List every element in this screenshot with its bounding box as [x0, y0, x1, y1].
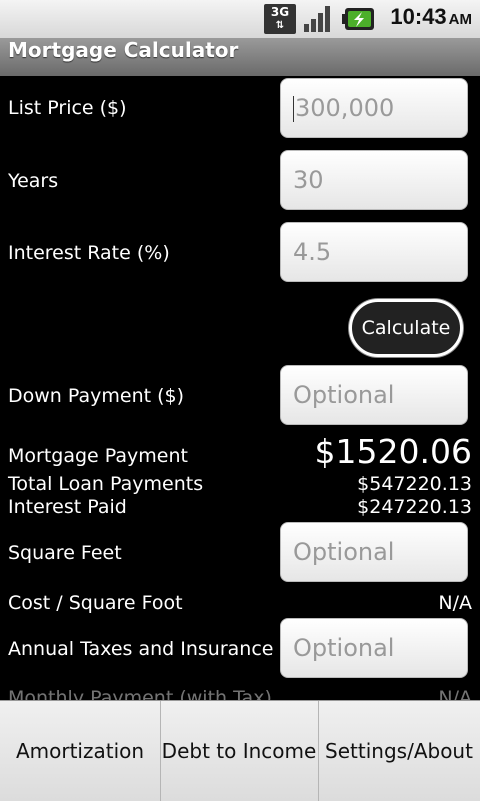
- app-title: Mortgage Calculator: [8, 38, 239, 62]
- cost-per-sqft-value: N/A: [438, 592, 472, 614]
- square-feet-input[interactable]: Optional: [280, 522, 468, 582]
- taxes-insurance-input[interactable]: Optional: [280, 618, 468, 678]
- years-value: 30: [293, 166, 324, 194]
- clock-time: 10:43: [390, 4, 447, 29]
- down-payment-placeholder: Optional: [293, 381, 395, 409]
- menu-item-debt-to-income[interactable]: Debt to Income: [160, 701, 319, 801]
- interest-paid-value: $247220.13: [357, 496, 472, 518]
- title-bar: Mortgage Calculator: [0, 38, 480, 76]
- mortgage-payment-label: Mortgage Payment: [8, 445, 188, 467]
- taxes-insurance-placeholder: Optional: [293, 634, 395, 662]
- options-menu: Amortization Debt to Income Settings/Abo…: [0, 700, 480, 801]
- list-price-value: 300,000: [295, 94, 395, 122]
- 3g-data-icon: 3G ⇅: [264, 4, 296, 34]
- down-payment-input[interactable]: Optional: [280, 365, 468, 425]
- cost-per-sqft-label: Cost / Square Foot: [8, 592, 183, 614]
- total-loan-payments-label: Total Loan Payments: [8, 473, 204, 495]
- interest-rate-label: Interest Rate (%): [8, 242, 170, 264]
- network-type: 3G: [270, 5, 290, 19]
- menu-item-settings-about[interactable]: Settings/About: [318, 701, 480, 801]
- total-loan-payments-value: $547220.13: [357, 473, 472, 495]
- years-label: Years: [8, 170, 59, 192]
- status-bar: 3G ⇅ 10:43 AM: [0, 0, 480, 38]
- down-payment-label: Down Payment ($): [8, 385, 185, 407]
- clock: 10:43 AM: [390, 4, 472, 34]
- list-price-input[interactable]: 300,000: [280, 78, 468, 138]
- battery-charging-icon: [342, 8, 374, 30]
- square-feet-label: Square Feet: [8, 542, 122, 564]
- years-input[interactable]: 30: [280, 150, 468, 210]
- text-caret: [293, 96, 294, 122]
- menu-item-amortization[interactable]: Amortization: [0, 701, 161, 801]
- calculate-button[interactable]: Calculate: [349, 299, 463, 357]
- clock-ampm: AM: [448, 11, 472, 28]
- interest-rate-input[interactable]: 4.5: [280, 222, 468, 282]
- list-price-label: List Price ($): [8, 97, 127, 119]
- interest-rate-value: 4.5: [293, 238, 332, 266]
- signal-strength-icon: [304, 6, 330, 32]
- taxes-insurance-label: Annual Taxes and Insurance: [8, 638, 274, 660]
- interest-paid-label: Interest Paid: [8, 496, 127, 518]
- square-feet-placeholder: Optional: [293, 538, 395, 566]
- mortgage-payment-value: $1520.06: [314, 432, 472, 471]
